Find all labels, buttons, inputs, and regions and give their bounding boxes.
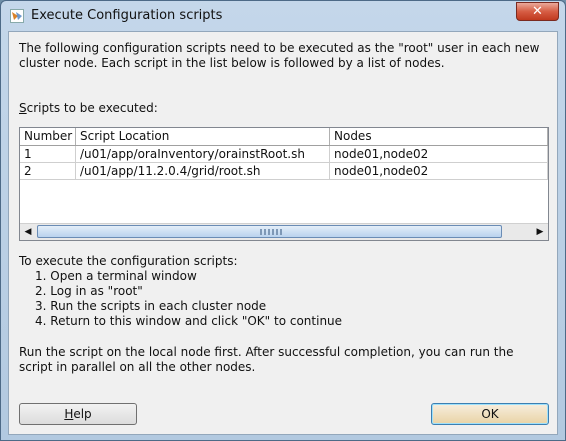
scripts-label-rest: cripts to be executed: <box>26 101 158 115</box>
table-row[interactable]: 1 /u01/app/oraInventory/orainstRoot.sh n… <box>20 146 548 163</box>
help-button[interactable]: Help <box>19 403 137 425</box>
instruction-step: 2. Log in as "root" <box>35 284 143 298</box>
scripts-label-mnemonic: S <box>19 101 27 115</box>
intro-text: The following configuration scripts need… <box>19 41 540 70</box>
horizontal-scrollbar[interactable]: ◀ ▶ <box>20 223 548 240</box>
cell-nodes: node01,node02 <box>330 163 548 179</box>
help-button-label: elp <box>73 407 92 421</box>
table-header: Number Script Location Nodes <box>20 128 548 146</box>
close-icon: ✕ <box>532 4 543 19</box>
instruction-step: 1. Open a terminal window <box>35 269 197 283</box>
help-button-mnemonic: H <box>64 407 74 421</box>
scroll-right-arrow-icon[interactable]: ▶ <box>533 225 547 239</box>
column-header-nodes[interactable]: Nodes <box>330 128 548 145</box>
title-bar[interactable]: Execute Configuration scripts ✕ <box>1 1 565 31</box>
note-text: Run the script on the local node first. … <box>19 345 514 374</box>
scripts-table[interactable]: Number Script Location Nodes 1 /u01/app/… <box>19 127 549 241</box>
ok-button-label: OK <box>481 407 499 421</box>
scrollbar-thumb[interactable] <box>37 225 502 238</box>
cell-number: 2 <box>20 163 76 179</box>
instruction-step: 3. Run the scripts in each cluster node <box>35 299 267 313</box>
cell-script-location: /u01/app/oraInventory/orainstRoot.sh <box>76 146 330 162</box>
scroll-left-arrow-icon[interactable]: ◀ <box>21 225 35 239</box>
column-header-number[interactable]: Number <box>20 128 76 145</box>
cell-nodes: node01,node02 <box>330 146 548 162</box>
scripts-label: Scripts to be executed: <box>19 101 158 115</box>
close-button[interactable]: ✕ <box>516 2 559 21</box>
grip-icon <box>260 229 282 235</box>
cell-script-location: /u01/app/11.2.0.4/grid/root.sh <box>76 163 330 179</box>
app-icon <box>10 9 24 23</box>
cell-number: 1 <box>20 146 76 162</box>
ok-button[interactable]: OK <box>431 403 549 425</box>
dialog-window: Execute Configuration scripts ✕ The foll… <box>0 0 566 441</box>
instructions-heading: To execute the configuration scripts: <box>19 254 238 268</box>
window-title: Execute Configuration scripts <box>31 8 223 23</box>
instruction-step: 4. Return to this window and click "OK" … <box>35 314 343 328</box>
dialog-content: The following configuration scripts need… <box>8 31 558 435</box>
column-header-script-location[interactable]: Script Location <box>76 128 330 145</box>
table-row[interactable]: 2 /u01/app/11.2.0.4/grid/root.sh node01,… <box>20 163 548 180</box>
